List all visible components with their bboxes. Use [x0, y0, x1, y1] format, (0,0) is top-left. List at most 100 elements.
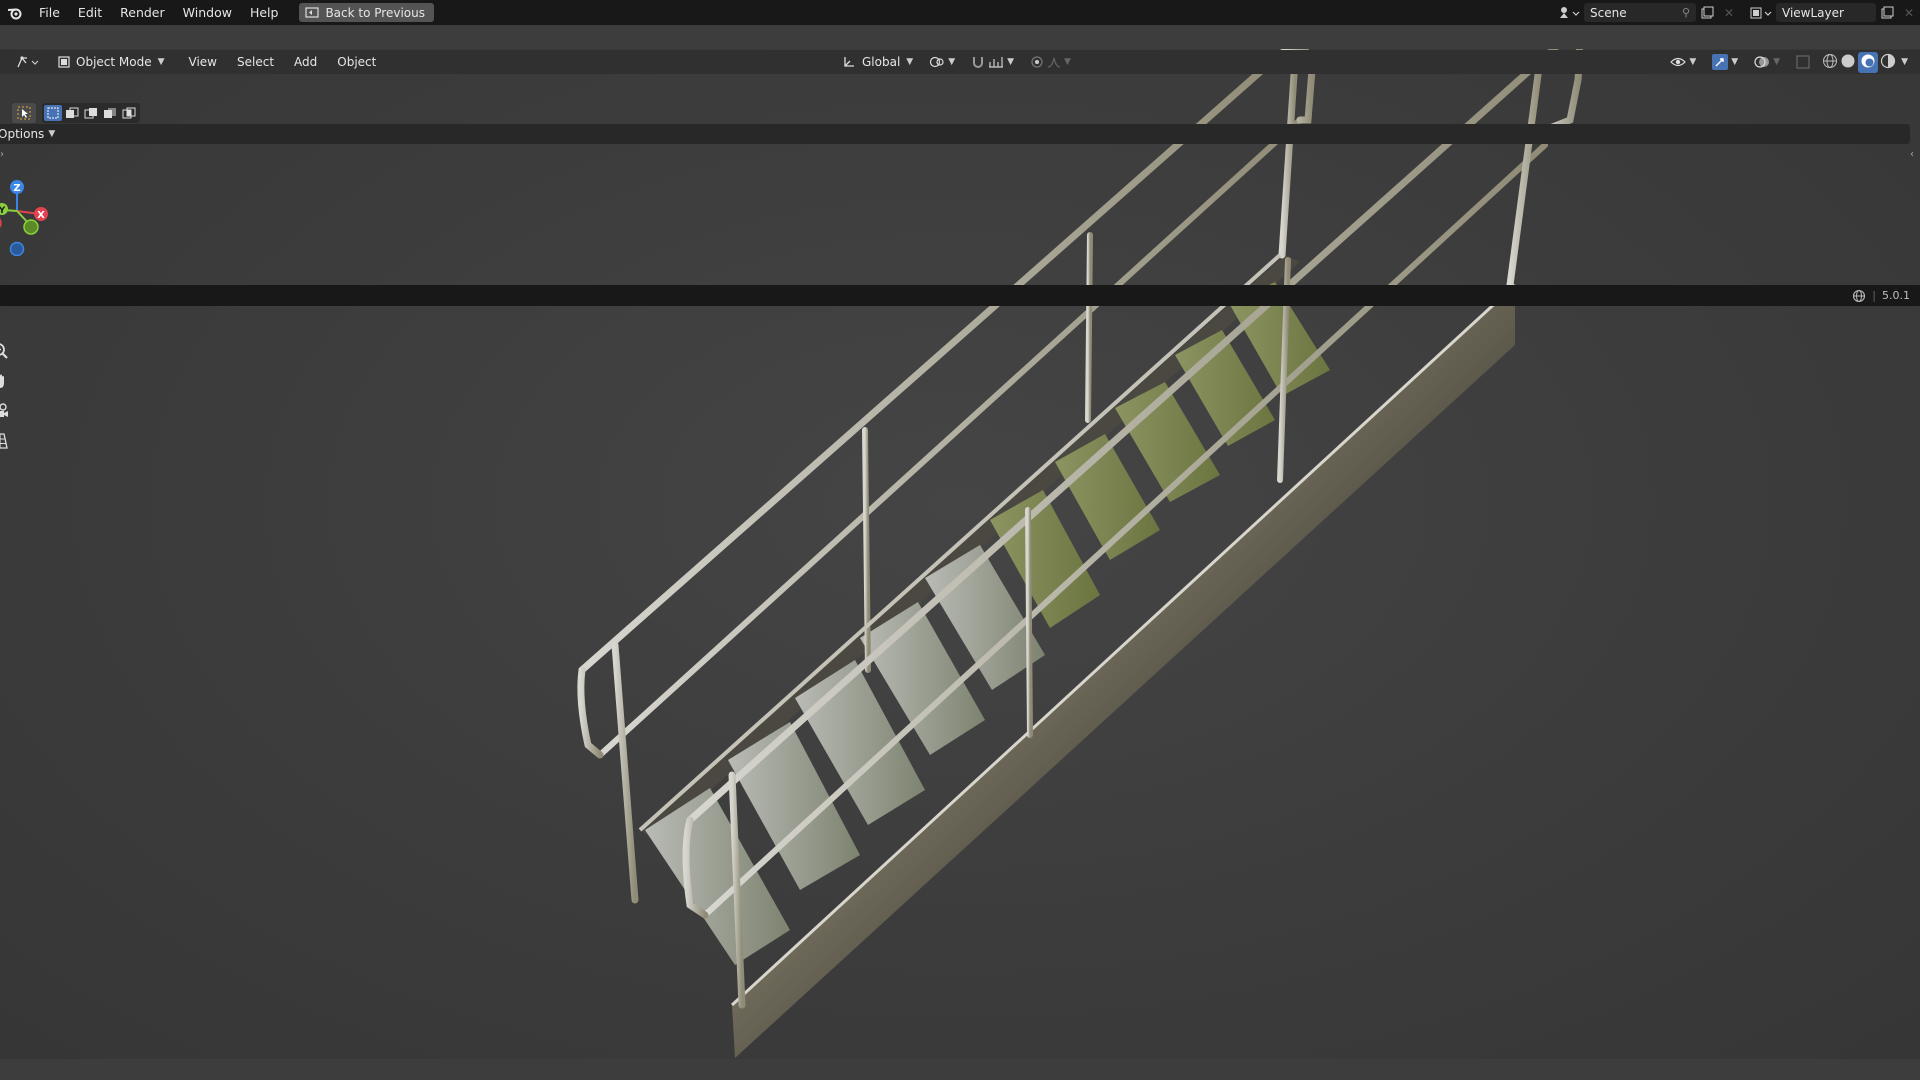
staircase-model[interactable]: [0, 49, 1920, 1059]
xray-toggle[interactable]: [1790, 52, 1816, 72]
shading-material-button[interactable]: [1858, 51, 1879, 73]
solid-sphere-icon: [1841, 54, 1855, 67]
shading-wireframe-button[interactable]: [1822, 53, 1838, 72]
menu-select[interactable]: Select: [231, 52, 280, 72]
chevron-down-icon: ▼: [48, 129, 56, 139]
snap-increment-icon: [989, 57, 1004, 68]
toolbar-expand-arrow[interactable]: ›: [0, 149, 8, 163]
menu-add[interactable]: Add: [288, 52, 323, 72]
scene-name-label: Scene: [1590, 5, 1627, 20]
chevron-down-icon: ▼: [1689, 57, 1697, 67]
menu-file[interactable]: File: [30, 0, 69, 25]
gizmo-x-label: X: [37, 210, 45, 221]
remove-view-layer-icon[interactable]: ✕: [1898, 3, 1920, 22]
new-view-layer-icon[interactable]: [1876, 3, 1898, 22]
snap-toggle[interactable]: ▼: [965, 52, 1020, 72]
view-layer-field[interactable]: ViewLayer: [1776, 3, 1876, 22]
menu-edit[interactable]: Edit: [69, 0, 111, 25]
orientation-dropdown[interactable]: Global ▼: [836, 52, 919, 72]
3d-viewport-icon: [17, 56, 39, 68]
pivot-icon: [930, 56, 944, 68]
options-dropdown[interactable]: Options ▼: [0, 124, 1910, 144]
gizmo-y-label: Y: [0, 206, 6, 216]
gizmo-toggle[interactable]: ▼: [1706, 52, 1744, 72]
menu-view[interactable]: View: [183, 52, 223, 72]
pin-icon[interactable]: ⚲: [1682, 6, 1690, 19]
back-to-previous-label: Back to Previous: [325, 5, 425, 20]
navigation-gizmo[interactable]: Z X Y: [0, 176, 50, 257]
menu-render[interactable]: Render: [111, 0, 174, 25]
chevron-down-icon: ▼: [1064, 57, 1071, 67]
camera-icon: [0, 403, 8, 417]
top-bar: File Edit Render Window Help Back to Pre…: [0, 0, 1920, 25]
scene-selector-icon[interactable]: [1554, 3, 1584, 22]
select-tool-button[interactable]: [12, 103, 36, 123]
network-globe-icon[interactable]: [1852, 289, 1866, 303]
visibility-dropdown[interactable]: ▼: [1664, 52, 1702, 72]
camera-view-button[interactable]: [0, 399, 13, 423]
select-extend-button[interactable]: [63, 105, 81, 121]
select-subtract-button[interactable]: [82, 105, 100, 121]
proportional-icon: [1031, 56, 1043, 68]
view-layer-label: ViewLayer: [1782, 5, 1844, 20]
chevron-down-icon[interactable]: ▼: [1901, 57, 1908, 67]
gizmo-neg-z: [9, 241, 25, 257]
scene-name-field[interactable]: Scene ⚲: [1584, 3, 1696, 22]
overlays-toggle[interactable]: ▼: [1748, 52, 1786, 72]
mode-dropdown[interactable]: Object Mode ▼: [52, 52, 171, 72]
perspective-toggle-button[interactable]: [0, 429, 13, 453]
menu-help[interactable]: Help: [241, 0, 288, 25]
status-bar: | 5.0.1: [0, 285, 1920, 306]
select-invert-icon: [104, 108, 116, 118]
menu-object[interactable]: Object: [331, 52, 382, 72]
zoom-icon: [0, 343, 8, 359]
rendered-sphere-icon: [1880, 53, 1896, 68]
object-mode-icon: [58, 56, 70, 68]
chevron-down-icon: ▼: [948, 57, 956, 67]
material-sphere-icon: [1861, 54, 1875, 67]
transform-controls: Global ▼ ▼ ▼ ▼: [836, 50, 1077, 74]
gizmo-neg-y: [23, 219, 39, 235]
shading-rendered-button[interactable]: [1880, 53, 1896, 72]
overlays-icon: [1754, 56, 1770, 68]
back-to-previous-button[interactable]: Back to Previous: [299, 3, 434, 22]
select-intersect-button[interactable]: [120, 105, 138, 121]
blender-logo-icon[interactable]: [0, 0, 30, 25]
remove-scene-icon[interactable]: ✕: [1718, 3, 1740, 22]
chevron-down-icon: ▼: [906, 57, 914, 67]
shading-solid-button[interactable]: [1840, 53, 1856, 72]
pan-button[interactable]: [0, 369, 13, 393]
pivot-point-dropdown[interactable]: ▼: [923, 52, 961, 72]
select-new-button[interactable]: [44, 105, 62, 121]
select-subtract-icon: [84, 108, 97, 119]
version-label: 5.0.1: [1882, 289, 1910, 302]
mode-label: Object Mode: [76, 55, 152, 69]
select-intersect-icon: [122, 107, 136, 119]
status-separator: |: [1872, 289, 1876, 302]
viewport-display-controls: ▼ ▼ ▼ ▼: [1664, 50, 1910, 74]
sidebar-expand-arrow[interactable]: ‹: [1910, 149, 1918, 163]
select-new-icon: [47, 107, 59, 119]
eye-pointer-icon: [1670, 57, 1687, 67]
shading-modes: ▼: [1820, 51, 1910, 73]
selection-mode-group: [42, 103, 140, 123]
menu-window[interactable]: Window: [174, 0, 241, 25]
gizmo-neg-x: [0, 218, 2, 228]
wireframe-sphere-icon: [1823, 53, 1838, 68]
navigation-tools: [0, 339, 1907, 453]
orientation-label: Global: [862, 55, 901, 69]
grid-perspective-icon: [0, 433, 8, 449]
new-scene-icon[interactable]: [1696, 3, 1718, 22]
3d-viewport[interactable]: › ‹: [0, 49, 1920, 1059]
falloff-curve-icon: [1047, 57, 1061, 68]
hand-pan-icon: [0, 374, 4, 388]
gizmo-z-label: Z: [13, 183, 20, 194]
cursor-select-icon: [17, 106, 31, 120]
select-invert-button[interactable]: [101, 105, 119, 121]
zoom-button[interactable]: [0, 339, 13, 363]
tool-settings-row: [12, 102, 1920, 124]
editor-type-button[interactable]: [10, 52, 46, 72]
proportional-editing-toggle[interactable]: ▼: [1024, 52, 1077, 72]
chevron-down-icon: ▼: [157, 57, 165, 67]
view-layer-selector-icon[interactable]: [1746, 3, 1776, 22]
